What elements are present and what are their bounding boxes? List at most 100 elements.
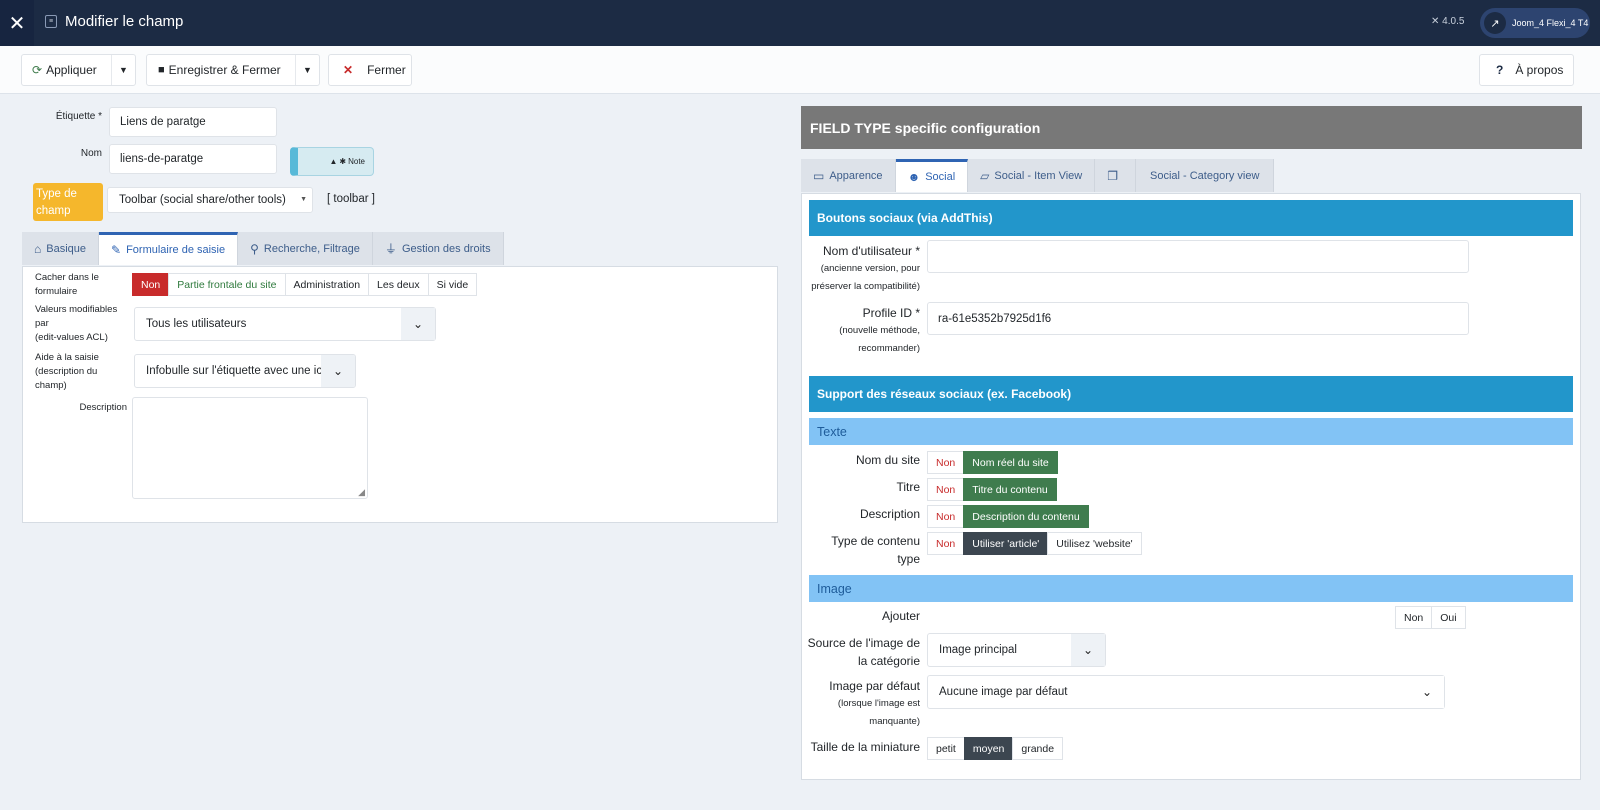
chevron-down-icon: ⌄	[401, 308, 435, 340]
edit-icon: ✎	[111, 243, 122, 257]
right-tabs: ▭ Apparence ☻ Social ▱ Social - Item View ❐…	[801, 159, 1275, 192]
field-type-select[interactable]: Toolbar (social share/other tools) ▼	[107, 187, 313, 213]
add-options: Non Oui	[1395, 606, 1466, 629]
chevron-down-icon: ⌄	[321, 355, 355, 387]
field-type-code: [ toolbar ]	[327, 193, 375, 205]
apply-dropdown-toggle[interactable]: ▼	[111, 55, 135, 85]
site-name-option-real[interactable]: Nom réel du site	[963, 451, 1058, 474]
title-option-non[interactable]: Non	[927, 478, 965, 501]
close-icon: ✕	[343, 63, 354, 77]
chevron-down-icon: ⌄	[1071, 634, 1105, 666]
content-type-label: Type de contenu type	[831, 534, 920, 566]
save-icon: ■	[158, 64, 165, 76]
gear-icon: ✱	[339, 157, 347, 166]
username-input[interactable]	[927, 240, 1469, 273]
content-type-option-article[interactable]: Utiliser 'article'	[963, 532, 1049, 555]
title-label: Titre	[896, 480, 920, 494]
desc-label: Description	[859, 507, 920, 521]
name-field-label: Nom	[80, 148, 102, 159]
save-dropdown-toggle[interactable]: ▼	[295, 55, 319, 85]
tab-apparence[interactable]: ▭ Apparence	[801, 159, 896, 192]
thumb-size-options: petit moyen grande	[927, 737, 1064, 760]
home-icon: ⌂	[34, 241, 42, 256]
hide-option-both[interactable]: Les deux	[368, 273, 429, 296]
description-label: Description	[79, 402, 127, 413]
title-option-content[interactable]: Titre du contenu	[963, 478, 1057, 501]
content-type-options: Non Utiliser 'article' Utilisez 'website…	[927, 532, 1142, 555]
username-label: Nom d'utilisateur * (ancienne version, p…	[811, 244, 920, 292]
tab-droits[interactable]: ⏚ Gestion des droits	[372, 232, 504, 265]
edit-field-icon: ≡	[45, 15, 57, 28]
folder-icon: ▱	[980, 168, 990, 183]
help-select[interactable]: Infobulle sur l'étiquette avec une icône…	[134, 354, 356, 388]
image-section-title: Image	[809, 575, 1573, 602]
desc-option-content[interactable]: Description du contenu	[963, 505, 1089, 528]
chevron-down-icon: ⌄	[1410, 676, 1444, 708]
apply-button[interactable]: ⟳ Appliquer ▼	[21, 54, 136, 86]
tab-social-item-view[interactable]: ▱ Social - Item View	[968, 159, 1096, 192]
about-button[interactable]: ? À propos	[1479, 54, 1574, 86]
edit-values-select[interactable]: Tous les utilisateurs ⌄	[134, 307, 436, 341]
hide-option-frontend[interactable]: Partie frontale du site	[168, 273, 286, 296]
joomla-logo-icon[interactable]: ✕	[0, 0, 34, 46]
hide-options: Non Partie frontale du site Administrati…	[132, 273, 478, 296]
help-label: Aide à la saisie (description du champ)	[35, 352, 99, 391]
site-name-label: Nom du site	[855, 453, 920, 467]
tab-formulaire[interactable]: ✎ Formulaire de saisie	[99, 232, 239, 265]
label-field-label: Étiquette *	[55, 111, 102, 122]
default-image-select[interactable]: Aucune image par défaut ⌄	[927, 675, 1445, 709]
app-header: ✕ ≡ Modifier le champ ✕ 4.0.5 ↗ Joom_4 F…	[0, 0, 1600, 46]
save-close-button[interactable]: ■ Enregistrer & Fermer ▼	[146, 54, 320, 86]
content-type-option-website[interactable]: Utilisez 'website'	[1047, 532, 1142, 555]
desc-option-non[interactable]: Non	[927, 505, 965, 528]
toolbar: ⟳ Appliquer ▼ ■ Enregistrer & Fermer ▼ ✕…	[0, 46, 1600, 94]
description-textarea[interactable]: ◢	[132, 397, 368, 499]
resize-handle-icon[interactable]: ◢	[358, 487, 365, 498]
note-badge[interactable]: ▲ ✱ Note	[290, 147, 374, 176]
edit-values-label: Valeurs modifiables par (edit-values ACL…	[35, 304, 118, 343]
label-input[interactable]: Liens de paratge	[109, 107, 277, 137]
field-type-label: Type de champ	[33, 183, 103, 221]
thumb-option-small[interactable]: petit	[927, 737, 965, 760]
hide-option-empty[interactable]: Si vide	[427, 273, 478, 296]
thumb-size-label: Taille de la miniature	[810, 740, 920, 754]
select-arrow-icon: ▼	[300, 196, 307, 203]
users-icon: ☻	[907, 170, 921, 184]
close-button[interactable]: ✕ Fermer	[328, 54, 412, 86]
name-input[interactable]: liens-de-paratge	[109, 144, 277, 174]
title-options: Non Titre du contenu	[927, 478, 1057, 501]
hide-option-non[interactable]: Non	[132, 273, 170, 296]
tab-recherche[interactable]: ⚲ Recherche, Filtrage	[238, 232, 373, 265]
profile-id-label: Profile ID * (nouvelle méthode, recomman…	[839, 306, 920, 354]
page-title: Modifier le champ	[65, 13, 184, 30]
add-label: Ajouter	[881, 609, 920, 623]
warning-icon: ▲	[329, 157, 338, 166]
version-label: ✕ 4.0.5	[1431, 16, 1465, 27]
cat-image-source-select[interactable]: Image principal ⌄	[927, 633, 1106, 667]
profile-id-input[interactable]: ra-61e5352b7925d1f6	[927, 302, 1469, 335]
joomla-small-icon: ✕	[1431, 16, 1440, 27]
content-type-option-non[interactable]: Non	[927, 532, 965, 555]
refresh-icon: ⟳	[32, 63, 43, 77]
add-option-oui[interactable]: Oui	[1431, 606, 1466, 629]
add-option-non[interactable]: Non	[1395, 606, 1433, 629]
site-link-button[interactable]: ↗ Joom_4 Flexi_4 T4	[1480, 8, 1590, 38]
desc-options: Non Description du contenu	[927, 505, 1089, 528]
thumb-option-large[interactable]: grande	[1012, 737, 1064, 760]
addthis-section-title: Boutons sociaux (via AddThis)	[809, 200, 1573, 236]
left-tabs: ⌂ Basique ✎ Formulaire de saisie ⚲ Recherch…	[22, 232, 504, 265]
thumb-option-medium[interactable]: moyen	[963, 737, 1014, 760]
tab-basique[interactable]: ⌂ Basique	[22, 232, 100, 265]
tab-social-category-view[interactable]: Social - Category view	[1136, 159, 1275, 192]
default-image-label: Image par défaut (lorsque l'image est ma…	[829, 679, 920, 727]
site-name-option-non[interactable]: Non	[927, 451, 965, 474]
hide-option-admin[interactable]: Administration	[284, 273, 370, 296]
text-section-title: Texte	[809, 418, 1573, 445]
cat-image-source-label: Source de l'image de la catégorie	[807, 636, 920, 668]
monitor-icon: ▭	[813, 168, 825, 183]
field-type-config-title: FIELD TYPE specific configuration	[801, 106, 1582, 149]
tab-social[interactable]: ☻ Social	[895, 159, 969, 192]
tab-copy[interactable]: ❐	[1095, 159, 1136, 192]
social-support-section-title: Support des réseaux sociaux (ex. Faceboo…	[809, 376, 1573, 412]
external-link-icon: ↗	[1484, 12, 1506, 34]
